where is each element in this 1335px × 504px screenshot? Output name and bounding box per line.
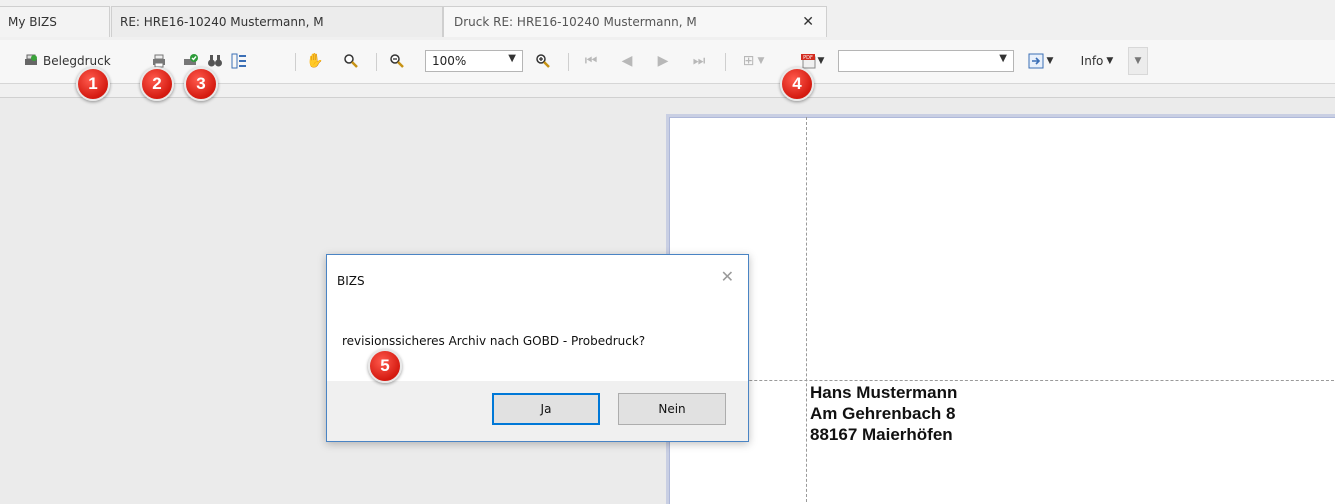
toolbar-separator: [568, 53, 569, 71]
last-page-button[interactable]: ⏭: [688, 50, 710, 72]
dialog-title: BIZS: [337, 274, 365, 288]
chevron-down-icon: ▼: [1046, 56, 1054, 66]
svg-text:PDF: PDF: [803, 55, 813, 61]
toolbar-overflow-button[interactable]: ▼: [1128, 47, 1148, 75]
tab-bar: My BIZS RE: HRE16-10240 Mustermann, M Dr…: [0, 0, 1335, 40]
chevron-down-icon: ▼: [508, 53, 516, 64]
tab-label: My BIZS: [8, 15, 57, 29]
printer-gear-icon: [22, 52, 40, 70]
toolbar-separator: [376, 53, 377, 71]
dialog-footer: Ja Nein: [327, 381, 748, 441]
marker-2: 2: [140, 67, 174, 101]
zoom-combo[interactable]: 100% ▼: [425, 50, 523, 72]
address-line: Am Gehrenbach 8: [810, 404, 956, 423]
confirm-dialog: BIZS ✕ revisionssicheres Archiv nach GOB…: [326, 254, 749, 442]
tab-label: Druck RE: HRE16-10240 Mustermann, M: [454, 15, 697, 29]
tab-label: RE: HRE16-10240 Mustermann, M: [120, 15, 324, 29]
marker-1: 1: [76, 67, 110, 101]
hand-tool-button[interactable]: ✋: [304, 50, 326, 72]
hand-icon: ✋: [306, 53, 324, 69]
magnifier-button[interactable]: [340, 50, 362, 72]
last-page-icon: ⏭: [692, 53, 706, 69]
preview-page: [666, 114, 1335, 504]
marker-3: 3: [184, 67, 218, 101]
yes-button[interactable]: Ja: [492, 393, 600, 425]
toolbar-separator: [725, 53, 726, 71]
send-button[interactable]: ▼: [1020, 50, 1060, 72]
zoom-out-icon: [388, 52, 406, 70]
address-line: Hans Mustermann: [810, 383, 958, 402]
first-page-button[interactable]: ⏮: [580, 50, 602, 72]
no-button[interactable]: Nein: [618, 393, 726, 425]
previous-page-icon: ◀: [621, 53, 633, 69]
chevron-down-icon: ▼: [757, 56, 765, 66]
address-block: Hans Mustermann Am Gehrenbach 8 88167 Ma…: [810, 382, 957, 445]
info-label: Info: [1080, 54, 1104, 68]
belegdruck-label: Belegdruck: [43, 54, 111, 68]
zoom-in-icon: [534, 52, 552, 70]
address-line: 88167 Maierhöfen: [810, 425, 953, 444]
tab-my-bizs[interactable]: My BIZS: [0, 6, 110, 37]
dialog-message: revisionssicheres Archiv nach GOBD - Pro…: [342, 334, 646, 348]
first-page-icon: ⏮: [584, 53, 598, 69]
multipage-button[interactable]: ⊞ ▼: [736, 50, 768, 72]
info-menu-button[interactable]: Info ▼: [1072, 50, 1122, 72]
close-icon[interactable]: ✕: [802, 14, 814, 30]
multipage-icon: ⊞: [742, 53, 755, 69]
toolbar-separator: [295, 53, 296, 71]
margin-guide-vertical: [806, 117, 807, 504]
chevron-down-icon: ▼: [999, 53, 1007, 64]
close-icon[interactable]: ✕: [721, 267, 734, 286]
binoculars-icon: [206, 52, 224, 70]
zoom-value: 100%: [432, 54, 467, 68]
previous-page-button[interactable]: ◀: [616, 50, 638, 72]
marker-5: 5: [368, 349, 402, 383]
parameters-button[interactable]: [228, 50, 250, 72]
next-page-icon: ▶: [657, 53, 669, 69]
tab-invoice[interactable]: RE: HRE16-10240 Mustermann, M: [111, 6, 443, 37]
chevron-down-icon: ▼: [1134, 56, 1142, 66]
chevron-down-icon: ▼: [1106, 56, 1114, 66]
magnifier-icon: [342, 52, 360, 70]
send-arrow-icon: [1027, 52, 1045, 70]
document-map-icon: [230, 52, 248, 70]
marker-4: 4: [780, 67, 814, 101]
tab-print-invoice[interactable]: Druck RE: HRE16-10240 Mustermann, M ✕: [443, 6, 827, 37]
margin-guide-horizontal: [669, 380, 1335, 381]
chevron-down-icon: ▼: [817, 56, 825, 66]
zoom-out-button[interactable]: [386, 50, 408, 72]
zoom-in-button[interactable]: [532, 50, 554, 72]
next-page-button[interactable]: ▶: [652, 50, 674, 72]
export-format-combo[interactable]: ▼: [838, 50, 1014, 72]
